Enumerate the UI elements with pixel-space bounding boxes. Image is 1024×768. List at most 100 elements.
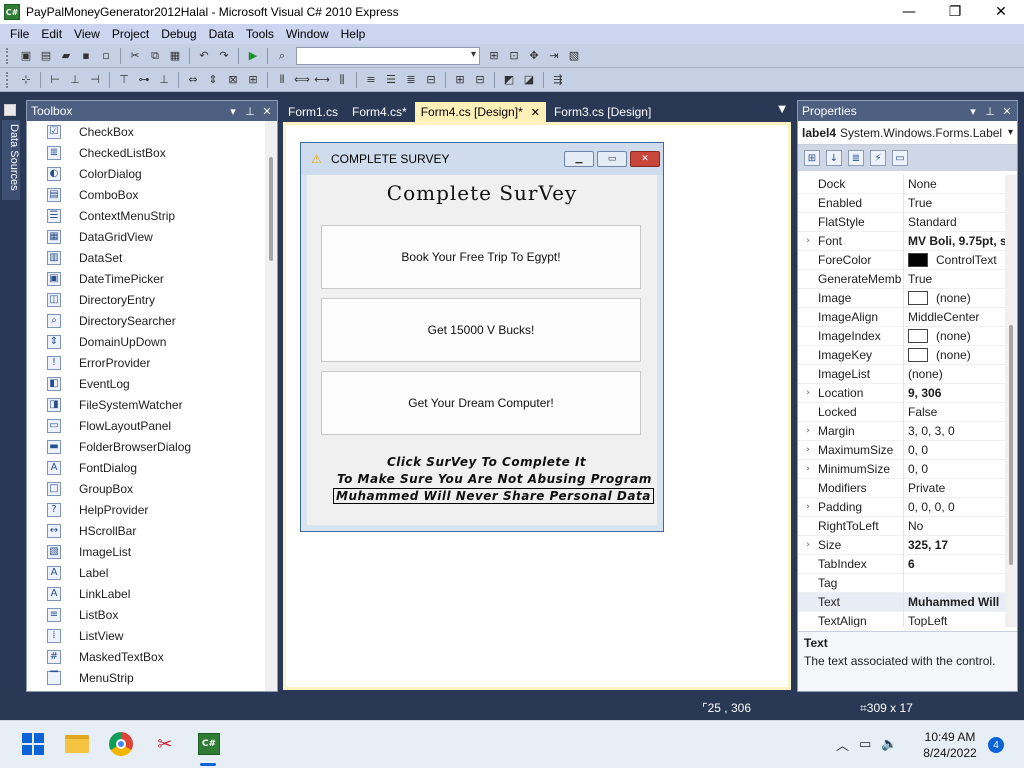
property-row[interactable]: Text Muhammed Will xyxy=(798,592,1006,612)
document-tab[interactable]: Form1.cs xyxy=(282,102,344,122)
toolbox-icon[interactable]: ✥ xyxy=(526,48,542,64)
save-icon[interactable]: ▪ xyxy=(78,48,94,64)
find-combo[interactable] xyxy=(296,46,480,65)
pin-icon[interactable]: ⊥ xyxy=(983,105,997,118)
property-row[interactable]: › Font MV Boli, 9.75pt, s xyxy=(798,231,1006,251)
property-value[interactable]: (none) xyxy=(904,329,1006,343)
property-row[interactable]: RightToLeft No xyxy=(798,516,1006,536)
tab-order-icon[interactable]: ⇶ xyxy=(550,72,566,88)
toolbox-item[interactable]: A FontDialog xyxy=(27,457,265,478)
chrome-button[interactable] xyxy=(108,731,134,757)
close-tab-icon[interactable]: ✕ xyxy=(531,106,540,119)
property-row[interactable]: › MinimumSize 0, 0 xyxy=(798,459,1006,479)
form-close-button[interactable]: ✕ xyxy=(630,151,660,167)
designed-form[interactable]: ⚠ COMPLETE SURVEY ▁ ▭ ✕ Complete SurVey … xyxy=(300,142,664,532)
window-position-icon[interactable]: ▾ xyxy=(226,105,240,118)
form-maximize-button[interactable]: ▭ xyxy=(597,151,627,167)
align-lefts-icon[interactable]: ⊢ xyxy=(47,72,63,88)
categorized-icon[interactable]: ⊞ xyxy=(804,150,820,166)
menu-view[interactable]: View xyxy=(68,24,106,44)
data-sources-icon[interactable] xyxy=(4,104,16,116)
property-value[interactable]: True xyxy=(904,272,1006,286)
save-all-icon[interactable]: ▫ xyxy=(98,48,114,64)
extension-manager-icon[interactable]: ▧ xyxy=(566,48,582,64)
notification-badge[interactable]: 4 xyxy=(988,737,1004,753)
vbucks-button[interactable]: Get 15000 V Bucks! xyxy=(321,298,641,362)
expand-chevron-icon[interactable]: › xyxy=(798,426,818,436)
document-tab[interactable]: Form3.cs [Design] xyxy=(548,102,657,122)
alphabetical-icon[interactable]: ↓ xyxy=(826,150,842,166)
open-folder-icon[interactable]: ▰ xyxy=(58,48,74,64)
property-value[interactable]: 0, 0, 0, 0 xyxy=(904,500,1006,514)
redo-icon[interactable]: ↷ xyxy=(216,48,232,64)
toolbox-item[interactable]: ☑ CheckBox xyxy=(27,121,265,142)
toolbox-scrollbar[interactable] xyxy=(265,121,277,691)
property-value[interactable]: TopLeft xyxy=(904,614,1006,627)
property-row[interactable]: ImageList (none) xyxy=(798,364,1006,384)
bring-to-front-icon[interactable]: ◩ xyxy=(501,72,517,88)
property-value[interactable]: True xyxy=(904,196,1006,210)
make-same-size-icon[interactable]: ⊠ xyxy=(225,72,241,88)
clock[interactable]: 10:49 AM 8/24/2022 xyxy=(918,729,982,761)
toolbox-item[interactable]: ▭ FlowLayoutPanel xyxy=(27,415,265,436)
document-tab[interactable]: Form4.cs [Design]* ✕ xyxy=(414,102,546,122)
start-button[interactable] xyxy=(20,731,46,757)
send-to-back-icon[interactable]: ◪ xyxy=(521,72,537,88)
align-rights-icon[interactable]: ⊣ xyxy=(87,72,103,88)
toolbox-item[interactable]: ⁞ ListView xyxy=(27,625,265,646)
properties-view-icon[interactable]: ≣ xyxy=(848,150,864,166)
window-position-icon[interactable]: ▾ xyxy=(966,105,980,118)
property-row[interactable]: › Margin 3, 0, 3, 0 xyxy=(798,421,1006,441)
property-value[interactable]: 3, 0, 3, 0 xyxy=(904,424,1006,438)
property-value[interactable]: (none) xyxy=(904,367,1006,381)
close-icon[interactable]: ✕ xyxy=(1000,105,1014,118)
toolbox-item[interactable]: □ GroupBox xyxy=(27,478,265,499)
property-row[interactable]: › MaximumSize 0, 0 xyxy=(798,440,1006,460)
menu-data[interactable]: Data xyxy=(203,24,240,44)
property-value[interactable]: MiddleCenter xyxy=(904,310,1006,324)
property-row[interactable]: ImageIndex (none) xyxy=(798,326,1006,346)
menu-debug[interactable]: Debug xyxy=(155,24,202,44)
property-row[interactable]: Tag xyxy=(798,573,1006,593)
menu-help[interactable]: Help xyxy=(335,24,372,44)
toolbox-item[interactable]: ⇕ DomainUpDown xyxy=(27,331,265,352)
remove-vertical-spacing-icon[interactable]: ⊟ xyxy=(423,72,439,88)
property-value[interactable]: No xyxy=(904,519,1006,533)
property-row[interactable]: TabIndex 6 xyxy=(798,554,1006,574)
toolbar-grip[interactable] xyxy=(6,47,10,64)
property-value[interactable]: 0, 0 xyxy=(904,443,1006,457)
undo-icon[interactable]: ↶ xyxy=(196,48,212,64)
remove-horizontal-spacing-icon[interactable]: ⫼ xyxy=(334,72,350,88)
property-value[interactable]: Muhammed Will xyxy=(904,595,1006,609)
expand-chevron-icon[interactable]: › xyxy=(798,236,818,246)
toolbox-item[interactable]: A Label xyxy=(27,562,265,583)
align-bottoms-icon[interactable]: ⊥ xyxy=(156,72,172,88)
make-same-width-icon[interactable]: ⇔ xyxy=(185,72,201,88)
events-icon[interactable]: ⚡ xyxy=(870,150,886,166)
expand-chevron-icon[interactable]: › xyxy=(798,388,818,398)
align-middles-icon[interactable]: ⊶ xyxy=(136,72,152,88)
toolbox-item[interactable]: ▦ DataGridView xyxy=(27,226,265,247)
toolbox-item[interactable]: ◨ FileSystemWatcher xyxy=(27,394,265,415)
toolbox-item[interactable]: ◐ ColorDialog xyxy=(27,163,265,184)
solution-explorer-icon[interactable]: ⊞ xyxy=(486,48,502,64)
find-in-files-icon[interactable]: ⌕ xyxy=(274,48,290,64)
survey-heading[interactable]: Complete SurVey xyxy=(307,181,657,205)
object-selector[interactable]: label4 System.Windows.Forms.Label xyxy=(798,121,1017,145)
survey-label-2[interactable]: To Make Sure You Are Not Abusing Program xyxy=(337,472,652,486)
toolbox-item[interactable]: # MaskedTextBox xyxy=(27,646,265,667)
data-sources-tab[interactable]: Data Sources xyxy=(2,120,20,200)
network-icon[interactable]: ▭ xyxy=(859,737,871,752)
toolbox-item[interactable]: ◧ EventLog xyxy=(27,373,265,394)
toolbox-item[interactable]: ▤ ComboBox xyxy=(27,184,265,205)
copy-icon[interactable]: ⧉ xyxy=(147,48,163,64)
form-minimize-button[interactable]: ▁ xyxy=(564,151,594,167)
volume-icon[interactable]: 🔈 xyxy=(881,737,897,752)
toolbox-item[interactable]: ? HelpProvider xyxy=(27,499,265,520)
start-debugging-icon[interactable]: ▶ xyxy=(245,48,261,64)
toolbox-item[interactable]: A LinkLabel xyxy=(27,583,265,604)
center-vertically-icon[interactable]: ⊟ xyxy=(472,72,488,88)
survey-label-3-selected[interactable]: Muhammed Will Never Share Personal Data xyxy=(333,488,654,504)
menu-tools[interactable]: Tools xyxy=(240,24,280,44)
survey-label-1[interactable]: Click SurVey To Complete It xyxy=(387,455,586,469)
